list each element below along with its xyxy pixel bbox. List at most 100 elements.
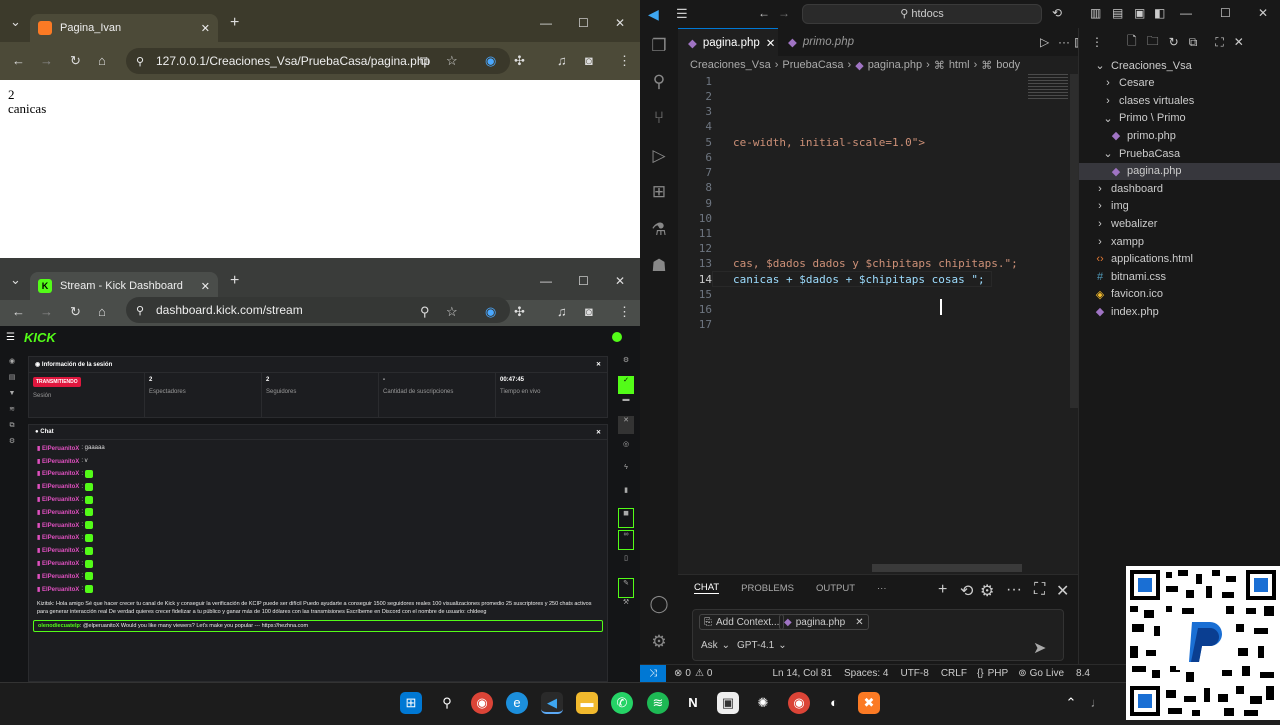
- browser-tab[interactable]: K Stream - Kick Dashboard ✕: [30, 272, 218, 300]
- warning-count[interactable]: 0: [707, 668, 713, 679]
- panel-tab-output[interactable]: OUTPUT: [816, 583, 855, 594]
- file-context-chip[interactable]: ◆ pagina.php ✕: [779, 614, 869, 630]
- kick-logo[interactable]: KICK: [24, 330, 56, 345]
- browser-tab[interactable]: Pagina_Ivan ✕: [30, 14, 218, 42]
- add-context-button[interactable]: ⎘ Add Context...: [699, 614, 785, 630]
- new-tab-icon[interactable]: +: [230, 272, 239, 290]
- chat-input-box[interactable]: ⎘ Add Context... ◆ pagina.php ✕ Ask ⌄ GPT-4.…: [692, 609, 1064, 661]
- search-icon[interactable]: ⚲: [640, 72, 678, 108]
- rail-broadcast-icon[interactable]: ≋: [3, 402, 21, 418]
- rail-chat-icon[interactable]: ▤: [3, 370, 21, 386]
- chat-message[interactable]: ▮ ElPeruanitoX: gaaaaa: [29, 442, 607, 455]
- remote-indicator-icon[interactable]: ⤨: [640, 664, 666, 683]
- remote-icon[interactable]: ☗: [640, 256, 678, 292]
- rail-link-icon[interactable]: ∞: [618, 530, 634, 550]
- breadcrumb-item[interactable]: body: [996, 59, 1020, 71]
- extensions-icon[interactable]: ⊞: [640, 182, 678, 220]
- minimap[interactable]: [1028, 74, 1068, 100]
- explorer-item[interactable]: ⌄ PruebaCasa: [1079, 145, 1280, 162]
- send-icon[interactable]: ➤: [1033, 638, 1046, 658]
- extension-icon[interactable]: ◉: [485, 53, 496, 69]
- chatgpt-icon[interactable]: ✺: [752, 692, 774, 714]
- chat-message[interactable]: ▮ ElPeruanitoX:: [29, 583, 607, 596]
- settings-icon[interactable]: ⚙: [980, 581, 994, 601]
- breadcrumb-item[interactable]: html: [949, 59, 970, 71]
- mode-picker[interactable]: Ask ⌄: [701, 640, 730, 651]
- explorer-item[interactable]: # bitnami.css: [1079, 268, 1280, 285]
- obs-icon[interactable]: ◐: [823, 692, 845, 714]
- chat-message[interactable]: ▮ ElPeruanitoX:: [29, 532, 607, 545]
- profile-icon[interactable]: ◙: [585, 304, 593, 319]
- home-icon[interactable]: ⌂: [98, 304, 106, 319]
- explorer-item[interactable]: › webalizer: [1079, 215, 1280, 232]
- close-panel-icon[interactable]: ✕: [596, 429, 601, 436]
- mic-icon[interactable]: ♩: [1086, 692, 1108, 714]
- new-file-icon[interactable]: 🗋: [1127, 32, 1137, 53]
- close-panel-icon[interactable]: ✕: [596, 361, 601, 368]
- run-debug-icon[interactable]: ▷: [640, 146, 678, 182]
- zoom-icon[interactable]: ⚲: [420, 304, 430, 320]
- puzzle-icon[interactable]: ✣: [514, 53, 525, 69]
- vscode-taskbar-icon[interactable]: ◀: [541, 692, 563, 714]
- chat-message[interactable]: ▮ ElPeruanitoX:: [29, 480, 607, 493]
- horizontal-scrollbar[interactable]: [872, 564, 1022, 572]
- tab-search-icon[interactable]: ⌄: [10, 14, 21, 30]
- tab-primo[interactable]: ◆ primo.php: [778, 28, 878, 56]
- chrome-icon[interactable]: ◉: [471, 692, 493, 714]
- explorer-item[interactable]: ◆ pagina.php: [1079, 162, 1280, 180]
- breadcrumb-item[interactable]: Creaciones_Vsa: [690, 59, 771, 71]
- rail-clip-icon[interactable]: ⧉: [3, 418, 21, 434]
- minimize-icon[interactable]: —: [1180, 6, 1192, 20]
- bookmark-star-icon[interactable]: ☆: [446, 53, 458, 69]
- panel-tab-problems[interactable]: PROBLEMS: [741, 583, 794, 594]
- testing-icon[interactable]: ⚗: [640, 220, 678, 256]
- back-icon[interactable]: ←: [12, 304, 25, 319]
- explorer-item[interactable]: › xampp: [1079, 233, 1280, 250]
- edge-icon[interactable]: e: [506, 692, 528, 714]
- site-info-icon[interactable]: ⚲: [136, 55, 144, 68]
- close-panel-icon[interactable]: ✕: [1234, 35, 1244, 49]
- rail-chat-icon[interactable]: ◼: [618, 508, 634, 528]
- explorer-item[interactable]: ⌄ Primo \ Primo: [1079, 110, 1280, 127]
- account-icon[interactable]: ◯: [640, 594, 678, 614]
- new-chat-icon[interactable]: +: [938, 581, 947, 599]
- file-explorer-icon[interactable]: ▬: [576, 692, 598, 714]
- panel-tab-more[interactable]: ···: [877, 583, 887, 594]
- refresh-icon[interactable]: ↻: [1169, 35, 1179, 49]
- explorer-item[interactable]: › img: [1079, 198, 1280, 215]
- maximize-icon[interactable]: ☐: [1220, 6, 1231, 20]
- profile-icon[interactable]: ◙: [585, 53, 593, 68]
- minimize-icon[interactable]: —: [540, 16, 552, 30]
- rail-stream-icon[interactable]: ◉: [3, 354, 21, 370]
- chat-message[interactable]: ▮ ElPeruanitoX:: [29, 468, 607, 481]
- search-icon[interactable]: ⚲: [436, 692, 458, 714]
- explorer-item[interactable]: ◈ favicon.ico: [1079, 286, 1280, 303]
- layout-secondary-icon[interactable]: ▣: [1134, 6, 1145, 20]
- vertical-scrollbar[interactable]: [1070, 74, 1078, 408]
- layout-sidebar-icon[interactable]: ▥: [1090, 6, 1101, 20]
- chat-message[interactable]: ▮ ElPeruanitoX: v: [29, 455, 607, 468]
- maximize-panel-icon[interactable]: ⛶: [1034, 581, 1045, 599]
- reload-icon[interactable]: ↻: [70, 53, 81, 69]
- spam-message[interactable]: Kizitsk: Hola amigo Sé que hacer crecer …: [29, 596, 607, 620]
- customize-layout-icon[interactable]: ◧: [1154, 6, 1165, 20]
- chat-message[interactable]: ▮ ElPeruanitoX:: [29, 557, 607, 570]
- error-count[interactable]: 0: [685, 668, 691, 679]
- tab-pagina[interactable]: ◆ pagina.php ✕: [678, 28, 778, 56]
- close-window-icon[interactable]: ✕: [615, 16, 625, 30]
- remove-chip-icon[interactable]: ✕: [855, 617, 863, 628]
- rail-dot-icon[interactable]: ◎: [618, 440, 634, 464]
- explorer-icon[interactable]: ❐: [640, 36, 678, 72]
- bookmark-star-icon[interactable]: ☆: [446, 304, 458, 320]
- explorer-item[interactable]: ◆ index.php: [1079, 303, 1280, 320]
- run-icon[interactable]: ▷: [1040, 35, 1049, 49]
- close-window-icon[interactable]: ✕: [1258, 6, 1268, 20]
- collapse-icon[interactable]: ⧉: [1189, 35, 1198, 50]
- site-info-icon[interactable]: ⚲: [136, 304, 144, 317]
- history-icon[interactable]: ⟲: [960, 581, 973, 601]
- explorer-item[interactable]: ‹› applications.html: [1079, 251, 1280, 268]
- chat-message[interactable]: ▮ ElPeruanitoX:: [29, 506, 607, 519]
- menu-icon[interactable]: ⋮: [618, 53, 631, 69]
- indentation[interactable]: Spaces: 4: [844, 668, 888, 679]
- media-icon[interactable]: ♫: [557, 304, 567, 319]
